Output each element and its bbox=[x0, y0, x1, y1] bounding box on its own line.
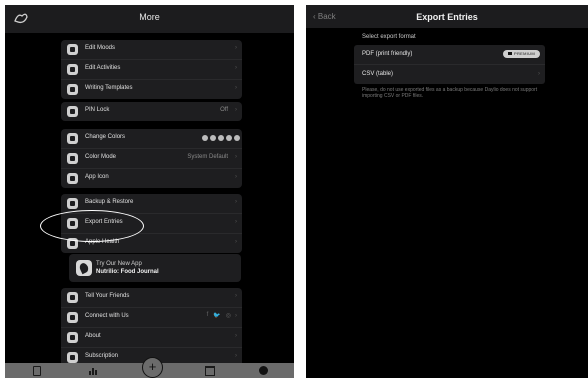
chevron-right-icon: › bbox=[235, 45, 237, 51]
contrast-icon bbox=[67, 153, 78, 164]
menu-item-label: Writing Templates bbox=[85, 85, 133, 91]
more-header: More bbox=[5, 5, 294, 33]
export-option-csv[interactable]: CSV (table) › bbox=[354, 65, 545, 84]
menu-item-color-mode[interactable]: Color Mode System Default › bbox=[61, 149, 242, 169]
menu-item-label: Color Mode bbox=[85, 154, 117, 160]
highlight-circle-annotation bbox=[40, 210, 144, 242]
cloud-icon bbox=[67, 198, 78, 209]
section-label: Select export format bbox=[362, 34, 416, 40]
twitter-icon: 🐦 bbox=[213, 313, 221, 319]
pin-lock-value: Off bbox=[220, 107, 228, 113]
customize-group: Edit Moods › Edit Activities › Writing T… bbox=[61, 40, 242, 99]
menu-item-app-icon[interactable]: App Icon › bbox=[61, 169, 242, 188]
chevron-right-icon: › bbox=[235, 239, 237, 245]
chevron-right-icon: › bbox=[235, 353, 237, 359]
lock-icon bbox=[67, 106, 78, 117]
tab-stats-icon[interactable] bbox=[89, 366, 98, 375]
tab-entries-icon[interactable] bbox=[33, 366, 41, 376]
color-swatches bbox=[202, 135, 240, 141]
promo-line-2: Nutrilio: Food Journal bbox=[96, 269, 159, 275]
chevron-right-icon: › bbox=[235, 154, 237, 160]
premium-icon bbox=[67, 352, 78, 363]
menu-item-label: App Icon bbox=[85, 174, 109, 180]
menu-item-label: Backup & Restore bbox=[85, 199, 134, 205]
menu-item-label: About bbox=[85, 333, 101, 339]
share-icon bbox=[67, 292, 78, 303]
option-label: PDF (print friendly) bbox=[362, 51, 413, 57]
menu-item-label: PIN Lock bbox=[85, 107, 110, 113]
chevron-right-icon: › bbox=[235, 313, 237, 319]
page-title: More bbox=[139, 12, 160, 22]
appearance-group: Change Colors Color Mode System Default … bbox=[61, 129, 242, 188]
palette-icon bbox=[67, 133, 78, 144]
chevron-right-icon: › bbox=[235, 293, 237, 299]
chevron-right-icon: › bbox=[235, 85, 237, 91]
menu-item-edit-activities[interactable]: Edit Activities › bbox=[61, 60, 242, 80]
chevron-right-icon: › bbox=[235, 219, 237, 225]
chevron-right-icon: › bbox=[235, 174, 237, 180]
promo-banner-nutrilio[interactable]: Try Our New App Nutrilio: Food Journal bbox=[69, 254, 241, 282]
menu-item-tell-friends[interactable]: Tell Your Friends › bbox=[61, 288, 242, 308]
menu-item-label: Change Colors bbox=[85, 134, 126, 140]
crown-icon bbox=[508, 52, 512, 56]
nutrilio-app-icon bbox=[76, 260, 92, 276]
tab-bar: + bbox=[5, 357, 294, 378]
mood-icon bbox=[67, 44, 78, 55]
menu-item-label: Edit Moods bbox=[85, 45, 116, 51]
export-header: ‹ Back Export Entries bbox=[306, 5, 588, 28]
tab-calendar-icon[interactable] bbox=[205, 366, 215, 376]
menu-item-pin-lock[interactable]: PIN Lock Off › bbox=[61, 102, 242, 121]
export-format-list: PDF (print friendly) PREMIUM CSV (table)… bbox=[354, 45, 545, 84]
facebook-icon: f bbox=[206, 312, 209, 318]
heart-icon bbox=[67, 312, 78, 323]
page-title: Export Entries bbox=[416, 12, 478, 22]
menu-item-connect-with-us[interactable]: Connect with Us f 🐦 ◎ › bbox=[61, 308, 242, 328]
chevron-right-icon: › bbox=[235, 199, 237, 205]
color-mode-value: System Default bbox=[187, 154, 228, 160]
option-label: CSV (table) bbox=[362, 71, 394, 77]
export-option-pdf[interactable]: PDF (print friendly) PREMIUM bbox=[354, 45, 545, 65]
about-group: Tell Your Friends › Connect with Us f 🐦 … bbox=[61, 288, 242, 367]
chevron-right-icon: › bbox=[235, 107, 237, 113]
menu-item-change-colors[interactable]: Change Colors bbox=[61, 129, 242, 149]
pencil-icon bbox=[67, 84, 78, 95]
chevron-right-icon: › bbox=[235, 333, 237, 339]
more-screen: More Edit Moods › Edit Activities › Writ… bbox=[5, 5, 294, 378]
premium-badge-label: PREMIUM bbox=[514, 51, 535, 56]
menu-item-label: Connect with Us bbox=[85, 313, 129, 319]
menu-item-about[interactable]: About › bbox=[61, 328, 242, 348]
chevron-right-icon: › bbox=[235, 65, 237, 71]
social-icons: f 🐦 ◎ bbox=[207, 312, 231, 319]
activity-icon bbox=[67, 64, 78, 75]
promo-line-1: Try Our New App bbox=[96, 261, 142, 267]
chevron-right-icon: › bbox=[538, 71, 540, 77]
tab-more-icon[interactable] bbox=[259, 366, 268, 375]
menu-item-writing-templates[interactable]: Writing Templates › bbox=[61, 80, 242, 99]
menu-item-label: Subscription bbox=[85, 353, 119, 359]
export-note: Please, do not use exported files as a b… bbox=[362, 87, 538, 99]
instagram-icon: ◎ bbox=[225, 313, 231, 319]
app-icon-icon bbox=[67, 173, 78, 184]
menu-item-label: Tell Your Friends bbox=[85, 293, 130, 299]
premium-badge: PREMIUM bbox=[503, 50, 540, 58]
security-group: PIN Lock Off › bbox=[61, 102, 242, 121]
add-entry-button[interactable]: + bbox=[142, 357, 163, 378]
export-entries-screen: ‹ Back Export Entries Select export form… bbox=[306, 5, 588, 378]
menu-item-edit-moods[interactable]: Edit Moods › bbox=[61, 40, 242, 60]
menu-item-label: Edit Activities bbox=[85, 65, 121, 71]
info-icon bbox=[67, 332, 78, 343]
